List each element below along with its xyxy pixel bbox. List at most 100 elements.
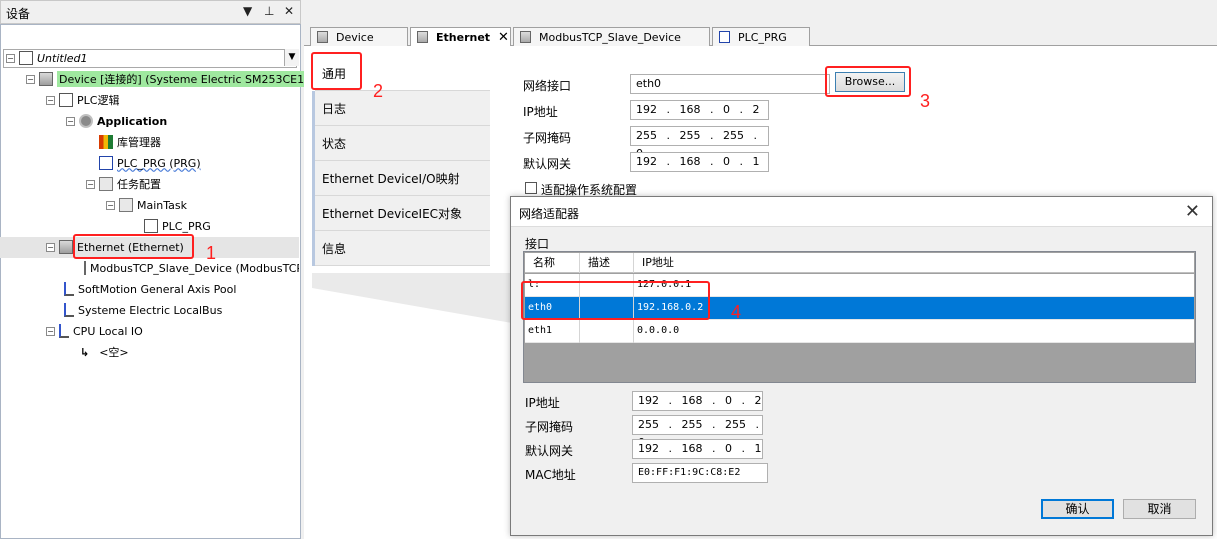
panel-close-icon[interactable]: ✕ xyxy=(284,4,294,18)
plc-logic-icon xyxy=(59,93,73,107)
plc-logic-label: PLC逻辑 xyxy=(77,94,120,107)
annotation-box-1 xyxy=(73,234,194,259)
tree-item-plc-prg-call[interactable]: PLC_PRG xyxy=(144,216,211,236)
program-icon xyxy=(99,156,113,170)
mask-label: 子网掩码 xyxy=(523,131,572,145)
interface-label: 网络接口 xyxy=(523,79,572,93)
row-ip: 0.0.0.0 xyxy=(637,325,680,336)
annotation-number-1: 1 xyxy=(206,243,217,263)
tree-item-modbus-slave[interactable]: ModbusTCP_Slave_Device (ModbusTCP S xyxy=(84,258,299,278)
modbus-tab-icon xyxy=(520,31,531,43)
annotation-number-4: 4 xyxy=(731,302,742,322)
task-icon xyxy=(119,198,133,212)
close-tab-icon[interactable]: ✕ xyxy=(498,30,509,45)
side-tab-status-label: 状态 xyxy=(322,136,347,151)
table-row[interactable]: eth1 0.0.0.0 xyxy=(525,320,1194,343)
tab-plc-prg[interactable]: PLC_PRG xyxy=(712,27,810,46)
side-tab-io-mapping-label: Ethernet DeviceI/O映射 xyxy=(322,171,460,186)
dialog-gateway-field: 192 . 168 . 0 . 1 xyxy=(632,439,763,459)
column-ip[interactable]: IP地址 xyxy=(634,253,1194,273)
device-label: Device [连接的] (Systeme Electric SM253CE10… xyxy=(57,71,332,87)
ok-button[interactable]: 确认 xyxy=(1041,499,1114,519)
application-label: Application xyxy=(97,114,168,128)
axis-pool-icon xyxy=(64,282,74,296)
close-icon[interactable]: ✕ xyxy=(1185,201,1200,222)
tree-item-plc-prg[interactable]: PLC_PRG (PRG) xyxy=(99,153,201,173)
column-description[interactable]: 描述 xyxy=(580,253,634,273)
tab-modbus-slave-label: ModbusTCP_Slave_Device xyxy=(539,30,681,44)
plc-prg-call-label: PLC_PRG xyxy=(162,219,211,233)
modbus-slave-label: ModbusTCP_Slave_Device (ModbusTCP S xyxy=(90,261,299,275)
collapse-icon[interactable]: − xyxy=(66,116,75,126)
tab-ethernet-label: Ethernet xyxy=(436,30,491,44)
tree-item-softmotion[interactable]: SoftMotion General Axis Pool xyxy=(64,279,236,299)
ethernet-icon xyxy=(59,240,73,254)
side-tab-log[interactable]: 日志 xyxy=(312,91,490,126)
tree-item-device[interactable]: − Device [连接的] (Systeme Electric SM253CE… xyxy=(26,69,332,89)
annotation-number-2: 2 xyxy=(373,81,384,101)
dialog-title-bar: 网络适配器 ✕ xyxy=(511,197,1212,227)
tree-item-application[interactable]: − Application xyxy=(66,111,167,131)
tab-modbus-slave[interactable]: ModbusTCP_Slave_Device xyxy=(513,27,710,46)
collapse-icon[interactable]: − xyxy=(46,326,55,336)
ethernet-tab-icon xyxy=(417,31,428,43)
side-tab-filler xyxy=(312,273,512,323)
interface-list-label: 接口 xyxy=(525,237,550,251)
side-tab-log-label: 日志 xyxy=(322,101,347,116)
collapse-icon[interactable]: − xyxy=(106,200,115,210)
panel-dropdown-icon[interactable]: ▼ xyxy=(243,4,252,18)
side-tab-info-label: 信息 xyxy=(322,241,347,256)
row-ip: 127.0.0.1 xyxy=(637,279,692,290)
dialog-mask-field: 255 . 255 . 255 . 0 xyxy=(632,415,763,449)
cancel-button[interactable]: 取消 xyxy=(1123,499,1196,519)
plc-prg-label: PLC_PRG (PRG) xyxy=(117,156,201,170)
list-header: 名称 描述 IP地址 xyxy=(525,253,1194,273)
gear-icon xyxy=(79,114,93,128)
library-icon xyxy=(99,135,113,149)
annotation-box-4 xyxy=(521,281,710,320)
side-tab-status[interactable]: 状态 xyxy=(312,126,490,161)
cpu-io-icon xyxy=(59,324,69,338)
tree-item-main-task[interactable]: − MainTask xyxy=(106,195,187,215)
tree-item-cpu-local-io[interactable]: − CPU Local IO xyxy=(46,321,143,341)
collapse-icon[interactable]: − xyxy=(6,53,15,63)
side-tab-iec-objects[interactable]: Ethernet DeviceIEC对象 xyxy=(312,196,490,231)
ip-label: IP地址 xyxy=(523,105,558,119)
library-manager-label: 库管理器 xyxy=(117,136,161,149)
program-tab-icon xyxy=(719,31,730,43)
collapse-icon[interactable]: − xyxy=(86,179,95,189)
tree-item-project[interactable]: − Untitled1 xyxy=(6,48,88,68)
panel-pin-icon[interactable]: ⊥ xyxy=(264,4,274,18)
device-tab-icon xyxy=(317,31,328,43)
row-ip: 192.168.0.2 xyxy=(637,302,704,313)
tree-item-task-config[interactable]: − 任务配置 xyxy=(86,174,161,194)
row-description xyxy=(580,320,634,343)
device-panel-header: 设备 ▼ ⊥ ✕ xyxy=(0,0,301,24)
tree-item-empty[interactable]: ↳ <空> xyxy=(80,342,129,362)
gateway-field[interactable]: 192 . 168 . 0 . 1 xyxy=(630,152,769,172)
project-name: Untitled1 xyxy=(37,51,88,65)
interface-field[interactable]: eth0 xyxy=(630,74,830,94)
tab-device[interactable]: Device xyxy=(310,27,408,46)
side-tab-info[interactable]: 信息 xyxy=(312,231,490,266)
collapse-icon[interactable]: − xyxy=(46,95,55,105)
annotation-number-3: 3 xyxy=(920,91,931,111)
column-name[interactable]: 名称 xyxy=(525,253,580,273)
ip-field[interactable]: 192 . 168 . 0 . 2 xyxy=(630,100,769,120)
tree-item-localbus[interactable]: Systeme Electric LocalBus xyxy=(64,300,222,320)
tab-ethernet[interactable]: Ethernet ✕ xyxy=(410,27,511,46)
combo-arrow-icon[interactable]: ▼ xyxy=(284,49,299,66)
collapse-icon[interactable]: − xyxy=(46,242,55,252)
side-tab-iec-objects-label: Ethernet DeviceIEC对象 xyxy=(322,206,463,221)
tree-item-library-manager[interactable]: 库管理器 xyxy=(99,132,161,152)
network-adapter-dialog: 网络适配器 ✕ 接口 名称 描述 IP地址 l: 127.0.0.1 eth0 … xyxy=(510,196,1213,536)
annotation-box-3 xyxy=(825,66,911,97)
side-tab-io-mapping[interactable]: Ethernet DeviceI/O映射 xyxy=(312,161,490,196)
tree-item-plc-logic[interactable]: − PLC逻辑 xyxy=(46,90,119,110)
collapse-icon[interactable]: − xyxy=(26,74,35,84)
localbus-icon xyxy=(64,303,74,317)
modbus-device-icon xyxy=(84,261,86,275)
mask-field[interactable]: 255 . 255 . 255 . 0 xyxy=(630,126,769,160)
adapt-os-checkbox[interactable] xyxy=(525,182,537,194)
tab-device-label: Device xyxy=(336,30,374,44)
